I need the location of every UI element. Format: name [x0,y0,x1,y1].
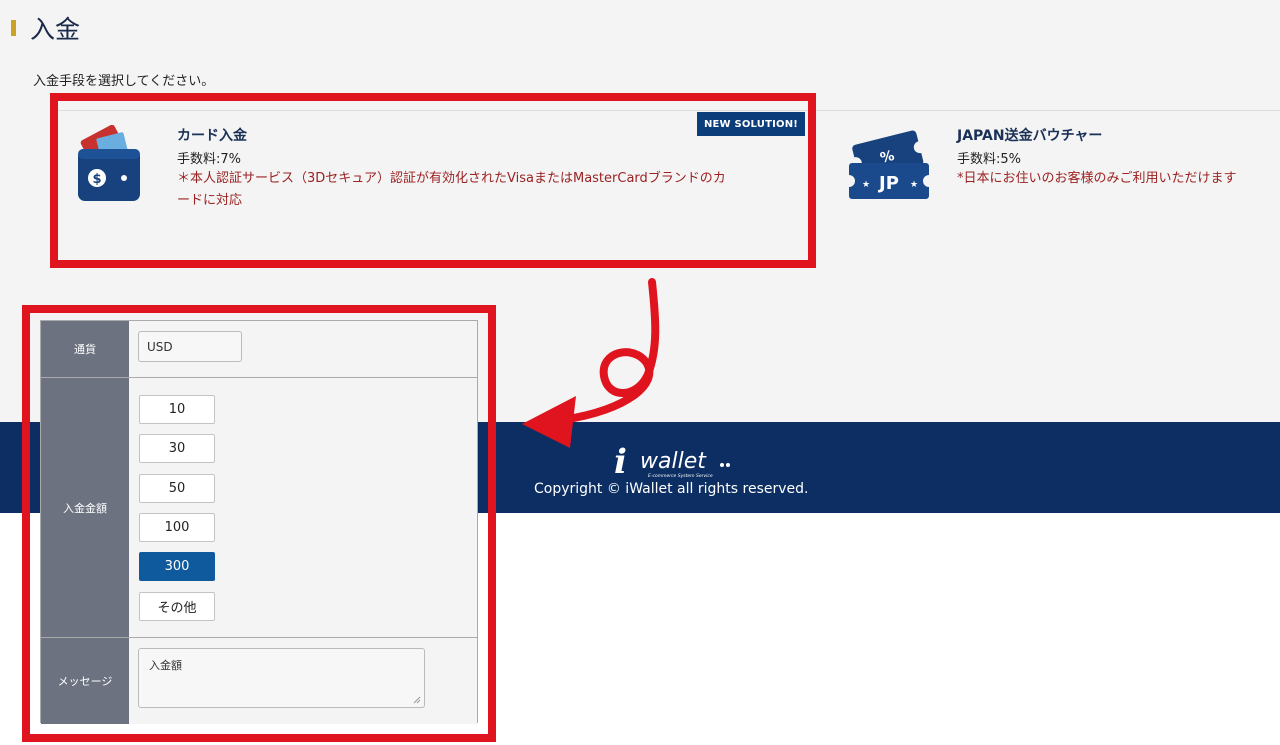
curved-arrow-icon [522,278,660,448]
voucher-method-fee: 手数料:5% [957,152,1022,167]
voucher-method-note: *日本にお住いのお客様のみご利用いただけます [957,171,1237,186]
instruction-text: 入金手段を選択してください。 [33,74,215,89]
copyright-text: Copyright © iWallet all rights reserved. [534,481,809,497]
voucher-icon-label: JP [877,173,899,194]
page-title: 入金 [0,8,80,48]
logo-tagline: E-commerce System Service [648,473,713,479]
svg-text:★: ★ [862,180,870,190]
jp-voucher-ticket-icon[interactable]: % JP ★ ★ [846,125,932,205]
svg-text:★: ★ [910,180,918,190]
title-accent-bar [11,20,16,36]
highlight-box-card [50,93,816,268]
page-title-text: 入金 [30,15,81,44]
voucher-method-name: JAPAN送金バウチャー [957,128,1103,144]
highlight-box-form [22,305,496,742]
